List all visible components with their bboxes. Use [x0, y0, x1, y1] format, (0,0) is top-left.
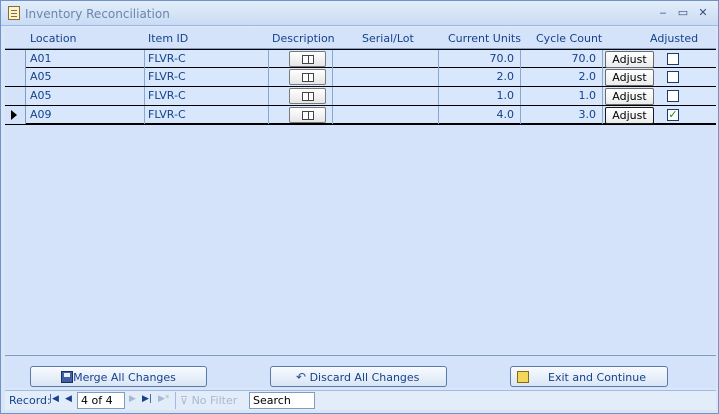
restore-button[interactable]: ▭ — [675, 5, 691, 21]
cycle-count-cell[interactable]: 70.0 — [521, 50, 603, 68]
adjusted-checkbox[interactable]: ✓ — [667, 109, 679, 121]
minimize-button[interactable]: ‒ — [655, 5, 671, 21]
current-record-icon — [11, 110, 17, 120]
cycle-count-cell[interactable]: 1.0 — [521, 87, 603, 105]
description-button[interactable] — [289, 69, 326, 85]
column-header-serial-lot[interactable]: Serial/Lot — [362, 32, 414, 45]
column-header-location[interactable]: Location — [30, 32, 77, 45]
column-header-adjusted[interactable]: Adjusted — [650, 32, 698, 45]
save-icon — [61, 371, 73, 383]
form-icon — [8, 6, 20, 20]
current-record-field[interactable]: 4 of 4 — [77, 392, 125, 409]
serial-lot-cell[interactable] — [333, 87, 439, 105]
location-cell[interactable]: A09 — [27, 106, 145, 124]
grid-header: Location Item ID Description Serial/Lot … — [5, 28, 716, 49]
last-record-button[interactable]: ▶| — [142, 394, 152, 404]
row-selector[interactable] — [5, 68, 26, 86]
check-mark-icon: ✓ — [668, 108, 678, 121]
current-units-cell[interactable]: 70.0 — [439, 50, 521, 68]
item-id-cell[interactable]: FLVR-C — [145, 50, 269, 68]
discard-label: Discard All Changes — [309, 371, 420, 384]
location-cell[interactable]: A05 — [27, 87, 145, 105]
current-units-cell[interactable]: 2.0 — [439, 68, 521, 86]
discard-all-changes-button[interactable]: ↶ Discard All Changes — [270, 366, 447, 387]
adjust-button[interactable]: Adjust — [605, 88, 654, 105]
merge-label: Merge All Changes — [73, 371, 176, 384]
current-units-cell[interactable]: 4.0 — [439, 106, 521, 124]
undo-icon: ↶ — [295, 370, 307, 384]
new-record-button[interactable]: ▶* — [158, 394, 169, 404]
no-filter-indicator[interactable]: ⊽ No Filter — [175, 392, 241, 409]
column-header-item-id[interactable]: Item ID — [148, 32, 188, 45]
window-title: Inventory Reconciliation — [25, 7, 170, 21]
filter-icon: ⊽ — [180, 394, 192, 407]
exit-icon — [517, 371, 529, 383]
adjusted-checkbox[interactable] — [667, 53, 679, 65]
exit-continue-later-button[interactable]: Exit and Continue Later — [510, 366, 668, 403]
inventory-reconciliation-window: Inventory Reconciliation ‒ ▭ ✕ Location … — [0, 0, 719, 414]
book-icon — [302, 111, 314, 120]
column-header-description[interactable]: Description — [272, 32, 335, 45]
row-selector[interactable] — [5, 87, 26, 105]
title-bar: Inventory Reconciliation ‒ ▭ ✕ — [1, 1, 718, 26]
adjusted-checkbox[interactable] — [667, 71, 679, 83]
next-record-button[interactable]: ▶ — [129, 394, 136, 404]
column-header-cycle-count[interactable]: Cycle Count — [536, 32, 602, 45]
table-row[interactable]: A01 FLVR-C 70.0 70.0 Adjust — [5, 49, 716, 68]
first-record-button[interactable]: |◀ — [49, 394, 59, 404]
location-cell[interactable]: A05 — [27, 68, 145, 86]
serial-lot-cell[interactable] — [333, 106, 439, 124]
table-row[interactable]: A05 FLVR-C 1.0 1.0 Adjust — [5, 87, 716, 106]
book-icon — [302, 73, 314, 82]
adjust-button[interactable]: Adjust — [605, 107, 654, 124]
current-units-cell[interactable]: 1.0 — [439, 87, 521, 105]
description-button[interactable] — [289, 107, 326, 123]
location-cell[interactable]: A01 — [27, 50, 145, 68]
item-id-cell[interactable]: FLVR-C — [145, 68, 269, 86]
book-icon — [302, 55, 314, 64]
adjust-button[interactable]: Adjust — [605, 51, 654, 68]
adjust-button[interactable]: Adjust — [605, 69, 654, 86]
record-label: Record: — [9, 394, 51, 407]
item-id-cell[interactable]: FLVR-C — [145, 106, 269, 124]
action-footer: Merge All Changes ↶ Discard All Changes … — [5, 355, 716, 403]
previous-record-button[interactable]: ◀ — [65, 394, 72, 404]
serial-lot-cell[interactable] — [333, 68, 439, 86]
table-row[interactable]: A05 FLVR-C 2.0 2.0 Adjust — [5, 68, 716, 87]
description-button[interactable] — [289, 51, 326, 67]
book-icon — [302, 92, 314, 101]
search-input[interactable]: Search — [249, 392, 315, 409]
item-id-cell[interactable]: FLVR-C — [145, 87, 269, 105]
record-navigation-bar: Record: |◀ ◀ 4 of 4 ▶ ▶| ▶* ⊽ No Filter … — [5, 390, 716, 410]
row-selector[interactable] — [5, 106, 26, 124]
merge-all-changes-button[interactable]: Merge All Changes — [30, 366, 207, 387]
column-header-current-units[interactable]: Current Units — [448, 32, 521, 45]
cycle-count-cell[interactable]: 3.0 — [521, 106, 603, 124]
description-button[interactable] — [289, 88, 326, 104]
reconciliation-grid: Location Item ID Description Serial/Lot … — [5, 28, 716, 354]
serial-lot-cell[interactable] — [333, 50, 439, 68]
row-selector[interactable] — [5, 50, 26, 68]
adjusted-checkbox[interactable] — [667, 90, 679, 102]
table-row[interactable]: A09 FLVR-C 4.0 3.0 Adjust ✓ — [5, 106, 716, 125]
cycle-count-cell[interactable]: 2.0 — [521, 68, 603, 86]
close-button[interactable]: ✕ — [695, 5, 711, 21]
